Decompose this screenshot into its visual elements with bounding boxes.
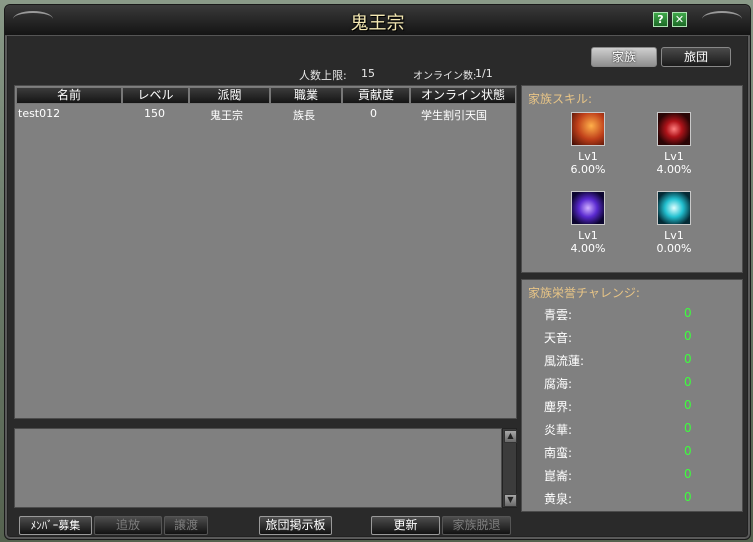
honor-name: 青雲:: [544, 308, 573, 322]
cyan-orb-icon[interactable]: [657, 191, 691, 225]
tab-family[interactable]: 家族: [591, 47, 657, 67]
family-skills-panel: 家族スキル: Lv1 6.00% Lv1 4.00% Lv1 4.00% Lv1…: [521, 85, 743, 273]
honor-row: 南蛮: 0: [544, 444, 704, 462]
fire-claw-icon[interactable]: [571, 112, 605, 146]
expel-button[interactable]: 追放: [94, 516, 162, 535]
message-scrollbar[interactable]: ▲ ▼: [502, 428, 517, 508]
honor-row: 黄泉: 0: [544, 490, 704, 508]
member-job: 族長: [293, 109, 315, 122]
transfer-button[interactable]: 譲渡: [164, 516, 208, 535]
honor-value: 0: [684, 421, 692, 435]
skill-slot-2: Lv1 4.00%: [644, 112, 704, 176]
column-name[interactable]: 名前: [16, 87, 122, 104]
honor-challenge-panel: 家族栄誉チャレンジ: 青雲: 0 天音: 0 風流蓮: 0 腐海: 0 塵界: …: [521, 279, 743, 512]
family-window: 鬼王宗 ? ✕ 家族 旅団 人数上限: 15 オンライン数: 1/1 名前 レベ…: [4, 4, 751, 540]
arrow-down-icon: ▼: [507, 495, 514, 504]
honor-name: 黄泉:: [544, 492, 573, 506]
purple-orb-icon[interactable]: [571, 191, 605, 225]
skill-slot-4: Lv1 0.00%: [644, 191, 704, 255]
column-contribution[interactable]: 貢献度: [342, 87, 410, 104]
skills-title: 家族スキル:: [528, 92, 593, 106]
member-faction: 鬼王宗: [210, 109, 243, 122]
max-members-label: 人数上限:: [299, 69, 347, 82]
skill-level: Lv1: [664, 150, 684, 163]
window-title: 鬼王宗: [350, 13, 405, 34]
honor-value: 0: [684, 490, 692, 504]
honor-value: 0: [684, 398, 692, 412]
leave-family-button[interactable]: 家族脱退: [442, 516, 511, 535]
honor-value: 0: [684, 329, 692, 343]
honor-name: 崑崙:: [544, 469, 573, 483]
member-level: 150: [144, 107, 165, 120]
help-button[interactable]: ?: [653, 12, 668, 27]
skill-rate: 4.00%: [656, 163, 692, 176]
online-value: 1/1: [475, 67, 493, 80]
close-x-icon: ✕: [674, 13, 685, 26]
close-button[interactable]: ✕: [672, 12, 687, 27]
skill-level: Lv1: [664, 229, 684, 242]
question-icon: ?: [657, 13, 664, 26]
honor-name: 風流蓮:: [544, 354, 585, 368]
skill-slot-3: Lv1 4.00%: [558, 191, 618, 255]
column-job[interactable]: 職業: [270, 87, 342, 104]
honor-row: 崑崙: 0: [544, 467, 704, 485]
brigade-board-button[interactable]: 旅団掲示板: [259, 516, 332, 535]
honor-name: 南蛮:: [544, 446, 573, 460]
honor-row: 腐海: 0: [544, 375, 704, 393]
honor-name: 腐海:: [544, 377, 573, 391]
skill-rate: 4.00%: [570, 242, 606, 255]
honor-value: 0: [684, 352, 692, 366]
skill-level: Lv1: [578, 229, 598, 242]
skill-rate: 6.00%: [570, 163, 606, 176]
scroll-up-button[interactable]: ▲: [504, 430, 517, 443]
member-row[interactable]: test012 150 鬼王宗 族長 0 学生割引天国: [16, 106, 515, 122]
scroll-down-button[interactable]: ▼: [504, 494, 517, 507]
honor-row: 風流蓮: 0: [544, 352, 704, 370]
skill-rate: 0.00%: [656, 242, 692, 255]
honor-value: 0: [684, 306, 692, 320]
refresh-button[interactable]: 更新: [371, 516, 440, 535]
honor-row: 塵界: 0: [544, 398, 704, 416]
message-area[interactable]: [14, 428, 502, 508]
max-members-value: 15: [361, 67, 375, 80]
honor-value: 0: [684, 467, 692, 481]
honor-value: 0: [684, 444, 692, 458]
honor-row: 炎華: 0: [544, 421, 704, 439]
honor-value: 0: [684, 375, 692, 389]
column-faction[interactable]: 派閥: [189, 87, 270, 104]
honor-name: 炎華:: [544, 423, 573, 437]
honor-row: 青雲: 0: [544, 306, 704, 324]
member-contribution: 0: [370, 107, 377, 120]
red-orb-icon[interactable]: [657, 112, 691, 146]
skill-slot-1: Lv1 6.00%: [558, 112, 618, 176]
tab-brigade[interactable]: 旅団: [661, 47, 731, 67]
arrow-up-icon: ▲: [507, 431, 514, 440]
honor-row: 天音: 0: [544, 329, 704, 347]
honor-name: 塵界:: [544, 400, 573, 414]
column-online-status[interactable]: オンライン状態: [410, 87, 516, 104]
member-list: 名前 レベル 派閥 職業 貢献度 オンライン状態 test012 150 鬼王宗…: [14, 85, 517, 419]
title-bar[interactable]: 鬼王宗 ? ✕: [5, 5, 750, 36]
column-level[interactable]: レベル: [122, 87, 189, 104]
member-status: 学生割引天国: [421, 109, 487, 122]
recruit-members-button[interactable]: ﾒﾝﾊﾞｰ募集: [19, 516, 92, 535]
honor-name: 天音:: [544, 331, 573, 345]
online-label: オンライン数:: [413, 71, 477, 82]
skill-level: Lv1: [578, 150, 598, 163]
member-name: test012: [18, 107, 61, 120]
honor-title: 家族栄誉チャレンジ:: [528, 286, 640, 300]
